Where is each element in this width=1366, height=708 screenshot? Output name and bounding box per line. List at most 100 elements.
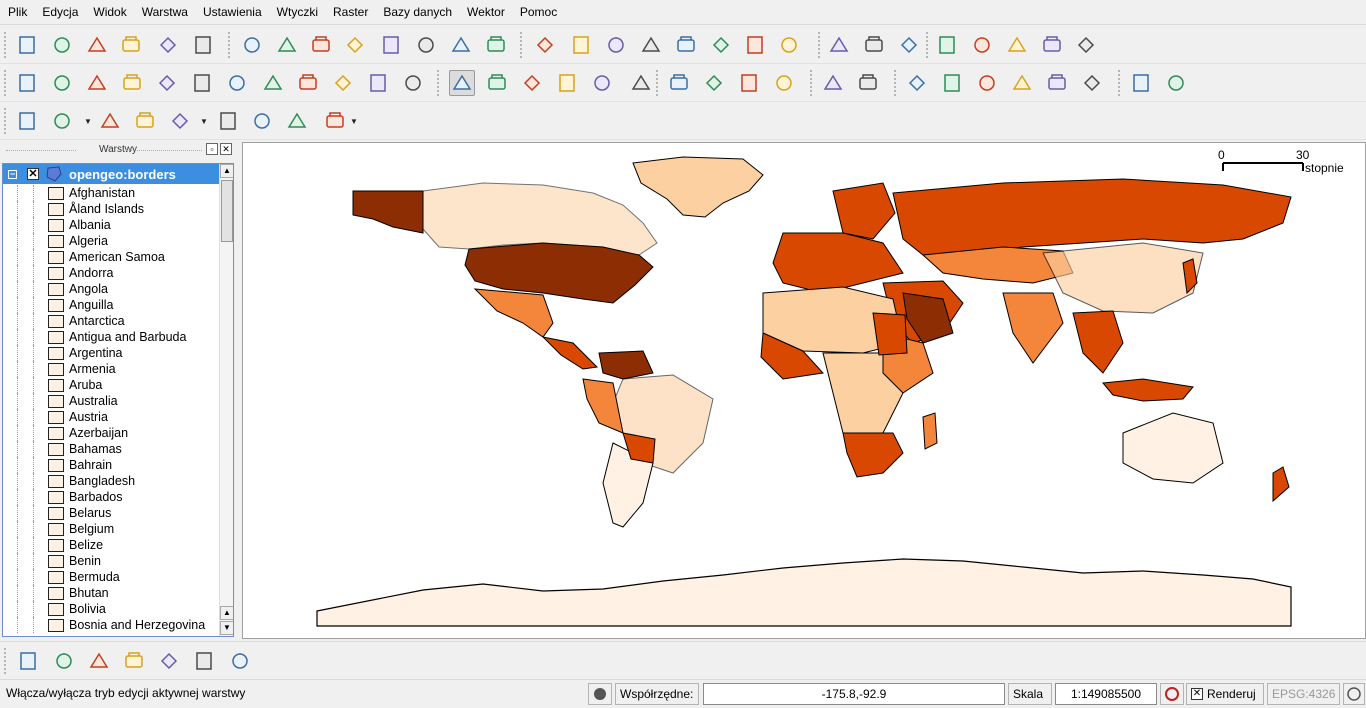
rotate-icon[interactable] — [400, 70, 426, 96]
histogram-icon[interactable] — [1163, 70, 1189, 96]
digitize-icon[interactable] — [934, 32, 960, 58]
simplify-icon[interactable] — [1004, 32, 1030, 58]
attribute-table-icon[interactable] — [132, 108, 158, 134]
manage-bookmarks-icon[interactable] — [1044, 70, 1070, 96]
deselect-icon[interactable] — [97, 108, 123, 134]
annotation-dropdown-arrow[interactable]: ▼ — [350, 108, 358, 134]
new-bookmark-hot-icon[interactable] — [249, 108, 275, 134]
menu-warstwa[interactable]: Warstwa — [134, 0, 195, 25]
move-label-icon[interactable] — [701, 70, 727, 96]
plugin-icon[interactable] — [820, 70, 846, 96]
menu-pomoc[interactable]: Pomoc — [512, 0, 564, 25]
crs-indicator[interactable]: EPSG:4326 — [1267, 683, 1340, 705]
legend-item[interactable]: Bangladesh — [3, 473, 219, 489]
text-annotation-icon[interactable] — [322, 108, 348, 134]
merge-icon[interactable] — [969, 32, 995, 58]
map-tips-icon[interactable] — [215, 108, 241, 134]
measure-line-icon[interactable] — [167, 108, 193, 134]
map-canvas[interactable]: 0 30 stopnie — [242, 142, 1366, 639]
toolbar-grip[interactable] — [228, 32, 232, 58]
scroll-down-button[interactable]: ▼ — [220, 621, 233, 635]
legend-item[interactable]: Belarus — [3, 505, 219, 521]
car-icon[interactable] — [191, 648, 217, 674]
legend-item[interactable]: Antigua and Barbuda — [3, 329, 219, 345]
menu-edycja[interactable]: Edycja — [34, 0, 85, 25]
legend-item[interactable]: American Samoa — [3, 249, 219, 265]
legend-item[interactable]: Algeria — [3, 233, 219, 249]
select-dropdown-arrow[interactable]: ▼ — [84, 108, 92, 134]
select-features-icon[interactable] — [49, 108, 75, 134]
legend-item[interactable]: Bahrain — [3, 457, 219, 473]
scroll-up-button[interactable]: ▲ — [220, 164, 233, 178]
legend-item[interactable]: Belgium — [3, 521, 219, 537]
legend-item[interactable]: Belize — [3, 537, 219, 553]
zoom-out-icon[interactable] — [519, 70, 545, 96]
menu-ustawienia[interactable]: Ustawienia — [195, 0, 269, 25]
layer-visibility-checkbox[interactable]: ✕ — [27, 168, 39, 180]
measure-profile-icon[interactable] — [1128, 70, 1154, 96]
toolbar-grip[interactable] — [810, 70, 814, 96]
legend-item[interactable]: Angola — [3, 281, 219, 297]
toolbar-grip[interactable] — [4, 70, 8, 96]
open-toolbar-icon[interactable] — [826, 32, 852, 58]
legend-item[interactable]: Armenia — [3, 361, 219, 377]
menu-bazy-danych[interactable]: Bazy danych — [375, 0, 459, 25]
scroll-thumb[interactable] — [221, 180, 233, 242]
legend-item[interactable]: Benin — [3, 553, 219, 569]
panel-grip[interactable] — [126, 150, 202, 151]
collapse-icon[interactable]: − — [8, 169, 17, 179]
identify-icon[interactable] — [14, 108, 40, 134]
more-icon[interactable] — [628, 70, 654, 96]
show-bookmarks-icon[interactable] — [974, 70, 1000, 96]
new-project-icon[interactable] — [14, 32, 40, 58]
undo-icon[interactable] — [14, 70, 40, 96]
menu-raster[interactable]: Raster — [325, 0, 375, 25]
legend-item[interactable]: Anguilla — [3, 297, 219, 313]
messages-icon[interactable] — [588, 683, 612, 705]
legend-item[interactable]: Afghanistan — [3, 185, 219, 201]
save-project-icon[interactable] — [84, 32, 110, 58]
open-project-icon[interactable] — [49, 32, 75, 58]
pan-icon[interactable] — [449, 70, 475, 96]
print-composer-icon[interactable] — [155, 32, 181, 58]
cut-features-icon[interactable] — [708, 32, 734, 58]
legend-item[interactable]: Aruba — [3, 377, 219, 393]
layer-tree-scrollbar[interactable]: ▲ ▲ ▼ — [219, 164, 233, 636]
legend-item[interactable]: Azerbaijan — [3, 425, 219, 441]
save-as-icon[interactable] — [118, 32, 144, 58]
split-parts-icon[interactable] — [365, 70, 391, 96]
world-map[interactable] — [243, 143, 1366, 639]
move-feature-icon[interactable] — [603, 32, 629, 58]
show-home-icon[interactable] — [284, 108, 310, 134]
layer-row-selected[interactable]: − ✕ opengeo:borders — [3, 164, 219, 184]
add-spatialite-icon[interactable] — [342, 32, 368, 58]
whats-this-icon[interactable] — [855, 70, 881, 96]
legend-item[interactable]: Antarctica — [3, 313, 219, 329]
add-raster-layer-icon[interactable] — [274, 32, 300, 58]
print-icon[interactable] — [190, 32, 216, 58]
reshape-icon[interactable] — [1039, 32, 1065, 58]
rotation-icon[interactable] — [1160, 683, 1184, 705]
add-vector-layer-icon[interactable] — [239, 32, 265, 58]
add-wfs-icon[interactable] — [413, 32, 439, 58]
image-icon[interactable] — [227, 648, 253, 674]
offset-icon[interactable] — [1073, 32, 1099, 58]
menu-wtyczki[interactable]: Wtyczki — [269, 0, 325, 25]
pen-icon[interactable] — [156, 648, 182, 674]
copy-features-icon[interactable] — [742, 32, 768, 58]
identify-bookmark-icon[interactable] — [939, 70, 965, 96]
toolbar-grip[interactable] — [926, 32, 930, 58]
legend-item[interactable]: Bosnia and Herzegovina — [3, 617, 219, 633]
add-wms-icon[interactable] — [378, 32, 404, 58]
float-panel-button[interactable]: ▫ — [206, 143, 218, 155]
zoom-in-icon[interactable] — [484, 70, 510, 96]
toolbar-grip[interactable] — [894, 70, 898, 96]
toolbar-grip[interactable] — [4, 108, 8, 134]
zoom-full-icon[interactable] — [554, 70, 580, 96]
legend-item[interactable]: Åland Islands — [3, 201, 219, 217]
legend-item[interactable]: Bahamas — [3, 441, 219, 457]
crs-globe-icon[interactable] — [1343, 683, 1365, 705]
toolbar-grip[interactable] — [818, 32, 822, 58]
rotate-label-icon[interactable] — [736, 70, 762, 96]
menu-plik[interactable]: Plik — [0, 0, 34, 25]
